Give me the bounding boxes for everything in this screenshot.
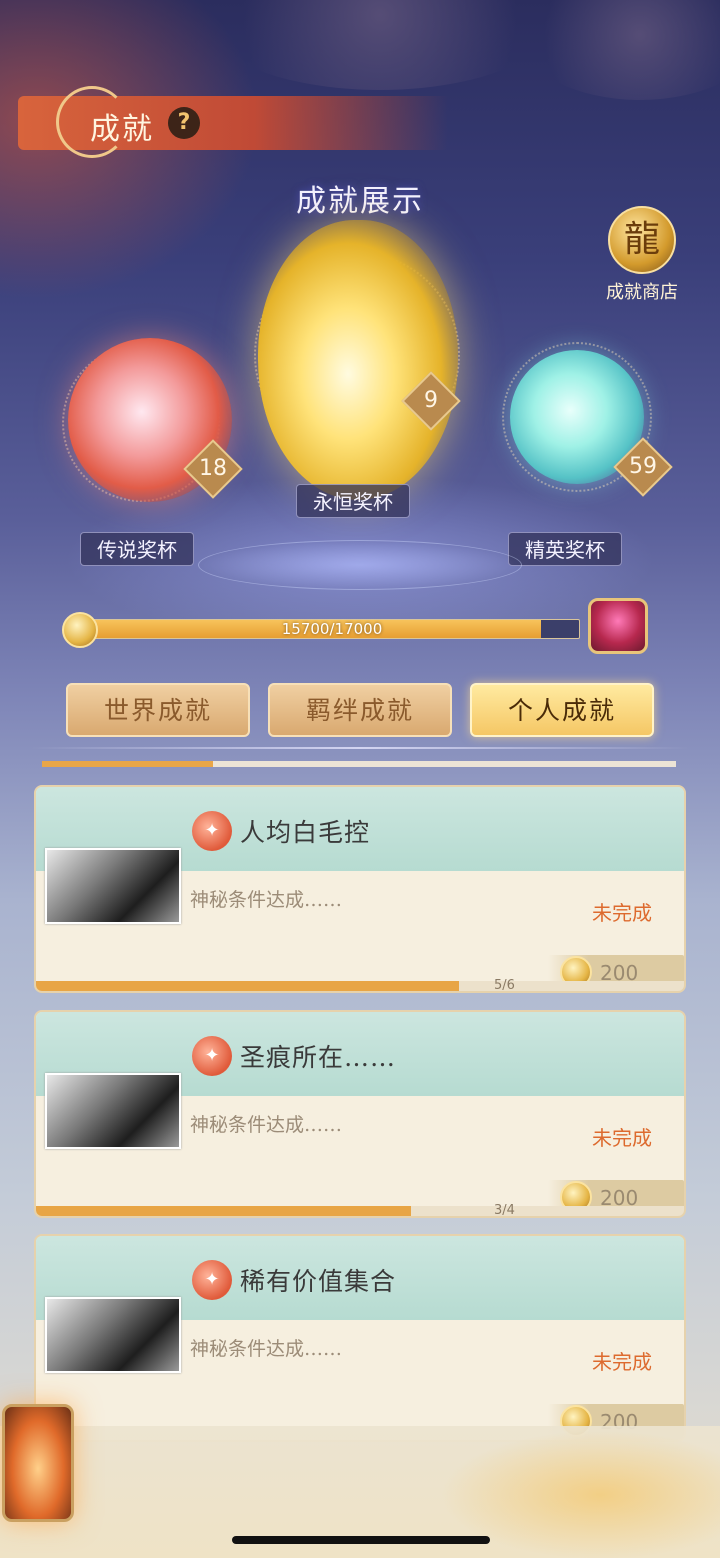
elite-count: 59 [629,454,657,479]
achievement-card[interactable]: ✦ 稀有价值集合 神秘条件达成…… 未完成 200 [34,1234,686,1442]
dragon-lotus-icon: 龍 [608,206,676,274]
tab-personal-achievements[interactable]: 个人成就 [470,683,654,737]
achievement-emblem-icon: ✦ [192,1036,232,1076]
home-indicator[interactable] [232,1536,490,1544]
achievement-progress-fill [36,1206,411,1216]
coin-icon [62,612,98,648]
previous-achievement-progress [42,761,676,767]
achievement-description: 神秘条件达成…… [190,889,343,911]
tab-world-achievements[interactable]: 世界成就 [66,683,250,737]
elite-trophy-label: 精英奖杯 [508,532,622,566]
achievement-progress-text: 3/4 [494,1203,515,1218]
achievement-card[interactable]: ✦ 圣痕所在…… 神秘条件达成…… 未完成 200 3/4 [34,1010,686,1218]
achievement-thumbnail [45,1073,181,1149]
achievement-progress-fill [36,981,459,991]
achievement-title: 人均白毛控 [240,818,371,847]
achievement-progress-bar [36,1206,684,1216]
achievement-status: 未完成 [592,901,652,925]
lantern-menu-button[interactable] [2,1404,74,1522]
achievement-shop-button[interactable]: 龍 成就商店 [594,206,690,310]
previous-achievement-progress-fill [42,761,214,767]
eternal-trophy-label: 永恒奖杯 [296,484,410,518]
achievement-card[interactable]: ✦ 人均白毛控 神秘条件达成…… 未完成 200 5/6 [34,785,686,993]
achievement-title: 圣痕所在…… [240,1043,397,1072]
achievement-emblem-icon: ✦ [192,811,232,851]
achievement-thumbnail [45,848,181,924]
tab-bond-achievements[interactable]: 羁绊成就 [268,683,452,737]
eternal-dragon-trophy[interactable] [258,220,458,500]
total-progress-text: 15700/17000 [281,620,383,638]
background-foliage [520,0,720,100]
game-screen: 成就 ? 成就展示 龍 成就商店 18 传说奖杯 9 永恒奖杯 59 精英奖杯 … [0,0,720,1558]
question-mark-icon[interactable]: ? [168,107,200,139]
achievement-emblem-icon: ✦ [192,1260,232,1300]
achievement-description: 神秘条件达成…… [190,1338,343,1360]
treasure-chest-icon[interactable] [588,598,648,654]
achievement-description: 神秘条件达成…… [190,1114,343,1136]
achievement-progress-text: 5/6 [494,978,515,993]
legend-trophy-label: 传说奖杯 [80,532,194,566]
achievement-title: 稀有价值集合 [240,1267,397,1296]
tab-divider [30,747,690,749]
page-title: 成就 [90,112,154,147]
eternal-count: 9 [424,388,438,413]
trophy-platform [198,540,522,590]
achievement-status: 未完成 [592,1350,652,1374]
achievement-progress-bar [36,981,684,991]
achievement-status: 未完成 [592,1126,652,1150]
shop-label: 成就商店 [606,282,678,303]
legend-count: 18 [199,456,227,481]
achievement-thumbnail [45,1297,181,1373]
